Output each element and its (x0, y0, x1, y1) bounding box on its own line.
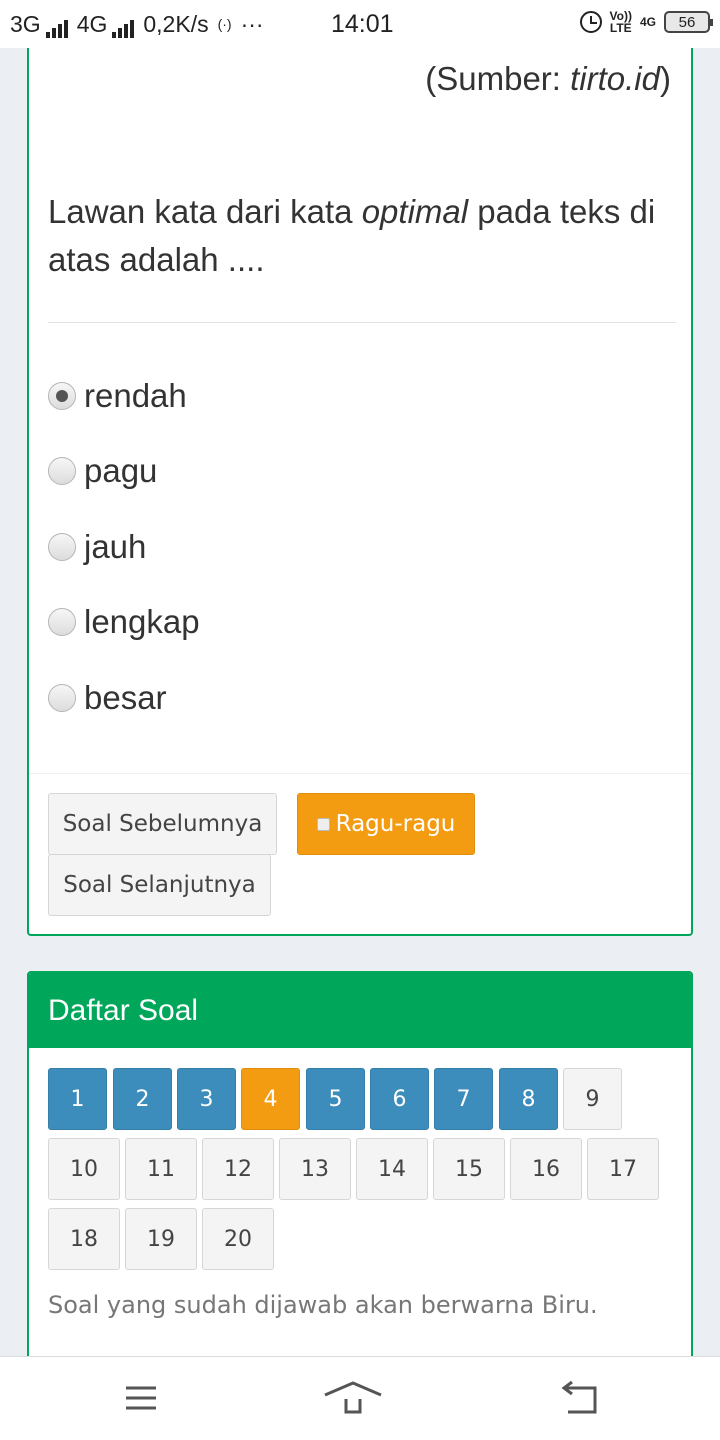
question-number-button[interactable]: 16 (510, 1138, 582, 1200)
radio-checked-icon[interactable] (48, 381, 76, 410)
option-label[interactable]: lengkap (84, 603, 200, 641)
question-text: Lawan kata dari kata optimal pada teks d… (48, 188, 678, 284)
status-right: Vo)) LTE 4G 56 (579, 10, 713, 34)
radio-icon[interactable] (48, 532, 76, 561)
source-prefix: (Sumber: (425, 60, 571, 97)
alarm-icon (579, 11, 602, 33)
status-bar: 3G 4G 0,2K/s (·) ··· 14:01 Vo)) LTE 4G 5… (0, 0, 720, 48)
question-number-button[interactable]: 13 (279, 1138, 351, 1200)
question-number-button[interactable]: 15 (433, 1138, 505, 1200)
question-number-button[interactable]: 4 (241, 1068, 300, 1130)
option-besar[interactable]: besar (48, 660, 200, 736)
question-number-button[interactable]: 20 (202, 1208, 274, 1270)
network-4g-label: 4G (76, 10, 108, 37)
radio-icon[interactable] (48, 683, 76, 712)
question-keyword: optimal (361, 193, 469, 230)
question-number-button[interactable]: 5 (306, 1068, 365, 1130)
question-number-button[interactable]: 3 (177, 1068, 236, 1130)
question-card: (Sumber: tirto.id) Lawan kata dari kata … (27, 36, 693, 936)
option-label[interactable]: pagu (84, 452, 157, 490)
question-number-button[interactable]: 14 (356, 1138, 428, 1200)
option-label[interactable]: jauh (84, 528, 146, 566)
lte-label: LTE (609, 21, 632, 35)
option-rendah[interactable]: rendah (48, 358, 200, 434)
battery-icon: 56 (664, 11, 713, 33)
hotspot-icon: (·) (217, 16, 232, 32)
question-number-button[interactable]: 18 (48, 1208, 120, 1270)
question-number-button[interactable]: 1 (48, 1068, 107, 1130)
option-label[interactable]: besar (84, 679, 167, 717)
question-number-button[interactable]: 10 (48, 1138, 120, 1200)
source-suffix: ) (660, 60, 671, 97)
answer-options: rendah pagu jauh lengkap besar (48, 358, 200, 736)
signal-icon (112, 19, 135, 38)
status-left: 3G 4G 0,2K/s (·) ··· (10, 11, 264, 38)
source-site: tirto.id (570, 60, 660, 97)
menu-icon[interactable] (110, 1379, 170, 1419)
question-list-title: Daftar Soal (29, 973, 691, 1048)
question-number-button[interactable]: 2 (113, 1068, 172, 1130)
source-citation: (Sumber: tirto.id) (425, 60, 671, 98)
question-number-button[interactable]: 19 (125, 1208, 197, 1270)
option-jauh[interactable]: jauh (48, 509, 200, 585)
question-number-button[interactable]: 9 (563, 1068, 622, 1130)
option-label[interactable]: rendah (84, 377, 187, 415)
home-icon[interactable] (323, 1379, 383, 1419)
question-number-button[interactable]: 7 (434, 1068, 493, 1130)
question-number-button[interactable]: 8 (499, 1068, 558, 1130)
signal-icon (45, 19, 68, 38)
answered-legend-note: Soal yang sudah dijawab akan berwarna Bi… (48, 1291, 598, 1319)
system-navigation-bar (0, 1356, 720, 1440)
question-number-button[interactable]: 12 (202, 1138, 274, 1200)
question-number-button[interactable]: 17 (587, 1138, 659, 1200)
doubt-button-label[interactable]: Ragu-ragu (336, 811, 456, 837)
network-speed: 0,2K/s (143, 10, 209, 37)
question-list-card: Daftar Soal 1 2 3 4 5 6 7 8 9 10 11 12 1… (27, 971, 693, 1391)
network-4g-indicator: 4G (639, 15, 656, 29)
volte-indicator: Vo)) LTE (610, 10, 632, 34)
option-pagu[interactable]: pagu (48, 434, 200, 510)
network-3g-label: 3G (10, 10, 41, 37)
card-footer-divider (29, 773, 691, 774)
checkbox-icon[interactable] (316, 817, 330, 831)
network-4g: 4G (77, 11, 135, 38)
radio-icon[interactable] (48, 608, 76, 637)
option-lengkap[interactable]: lengkap (48, 585, 200, 661)
question-number-button[interactable]: 11 (125, 1138, 197, 1200)
question-number-button[interactable]: 6 (370, 1068, 429, 1130)
divider (48, 322, 676, 323)
question-text-before: Lawan kata dari kata (48, 193, 362, 230)
radio-icon[interactable] (48, 457, 76, 486)
clock: 14:01 (331, 10, 394, 38)
previous-question-button[interactable]: Soal Sebelumnya (48, 793, 277, 855)
network-3g: 3G (10, 11, 68, 38)
doubt-button[interactable]: Ragu-ragu (297, 793, 475, 855)
back-icon[interactable] (550, 1379, 610, 1419)
more-notifications-icon: ··· (240, 10, 264, 37)
next-question-button[interactable]: Soal Selanjutnya (48, 854, 271, 916)
